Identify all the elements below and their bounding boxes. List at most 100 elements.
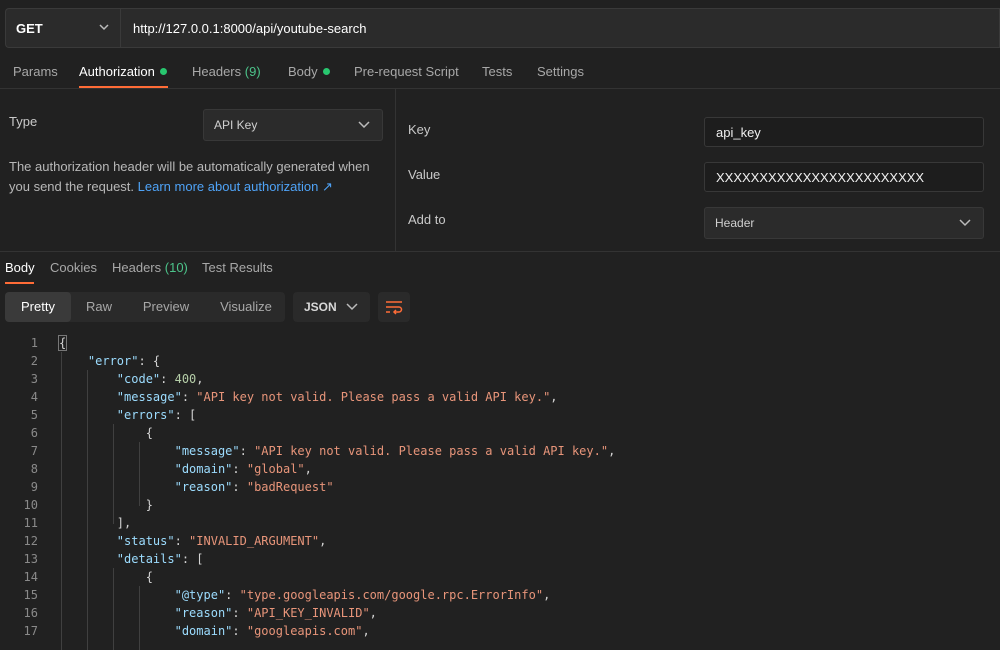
code-text: "error": { [59,352,160,370]
json-string: "type.googleapis.com/google.rpc.ErrorInf… [239,588,544,602]
learn-more-link[interactable]: Learn more about authorization ↗ [138,179,333,194]
tab-tests[interactable]: Tests [482,64,512,79]
tab-headers[interactable]: Headers (9) [192,64,261,79]
method-select[interactable]: GET [5,8,120,48]
code-text: "details": [ [59,550,204,568]
code-line: 8 "domain": "global", [0,460,1000,478]
json-key: "domain" [174,624,233,638]
code-line: 13 "details": [ [0,550,1000,568]
url-text: http://127.0.0.1:8000/api/youtube-search [133,20,367,36]
json-string: "API key not valid. Please pass a valid … [196,390,551,404]
code-text: "message": "API key not valid. Please pa… [59,442,616,460]
line-number: 2 [30,354,38,368]
view-raw-button[interactable]: Raw [75,292,123,322]
json-punctuation: , [369,606,377,620]
line-number: 5 [30,408,38,422]
json-punctuation [59,408,117,422]
json-punctuation [59,462,175,476]
add-to-select[interactable]: Header [704,207,984,239]
json-punctuation: { [57,335,68,351]
active-dot-icon [159,68,167,75]
code-line: 10 } [0,496,1000,514]
response-tab-test-results[interactable]: Test Results [202,260,273,275]
json-key: "message" [174,444,240,458]
auth-description: The authorization header will be automat… [9,157,389,197]
key-input[interactable]: api_key [704,117,984,147]
json-punctuation: : [160,372,175,386]
code-text: "reason": "badRequest" [59,478,334,496]
tab-authorization-label: Authorization [79,64,155,79]
json-number: 400 [174,372,197,386]
line-number: 16 [23,606,38,620]
url-input[interactable]: http://127.0.0.1:8000/api/youtube-search [120,8,1000,48]
json-punctuation: : [232,624,247,638]
active-dot-icon [322,68,330,75]
json-punctuation: { [59,426,153,440]
code-text: } [59,496,153,514]
wrap-lines-button[interactable] [378,292,410,322]
line-number: 6 [30,426,38,440]
json-string: "badRequest" [246,480,334,494]
json-punctuation: { [59,570,153,584]
json-key: "errors" [116,408,175,422]
tab-settings[interactable]: Settings [537,64,584,79]
line-number: 10 [23,498,38,512]
response-tab-body[interactable]: Body [5,260,35,275]
format-select[interactable]: JSON [293,292,370,322]
json-punctuation: : [232,480,247,494]
add-to-value: Header [715,216,755,230]
code-text: { [59,424,153,442]
response-tab-headers[interactable]: Headers (10) [112,260,188,275]
auth-type-select[interactable]: API Key [203,109,383,141]
json-punctuation [59,552,117,566]
json-punctuation: : [225,588,240,602]
line-number: 1 [30,336,38,350]
json-punctuation: , [550,390,558,404]
value-input[interactable]: XXXXXXXXXXXXXXXXXXXXXXXX [704,162,984,192]
code-text: "reason": "API_KEY_INVALID", [59,604,377,622]
tab-params[interactable]: Params [13,64,58,79]
code-text: "errors": [ [59,406,196,424]
json-punctuation: , [362,624,370,638]
value-value: XXXXXXXXXXXXXXXXXXXXXXXX [716,169,925,185]
tab-body-label: Body [288,64,318,79]
code-text: "domain": "global", [59,460,312,478]
format-value: JSON [304,300,337,314]
response-tab-cookies[interactable]: Cookies [50,260,97,275]
tab-prerequest-script[interactable]: Pre-request Script [354,64,459,79]
code-line: 14 { [0,568,1000,586]
chevron-down-icon [99,24,109,31]
tab-headers-count: (9) [244,64,261,79]
json-punctuation [59,534,117,548]
method-label: GET [16,20,43,36]
json-punctuation [59,354,88,368]
line-number: 14 [23,570,38,584]
code-text: "status": "INVALID_ARGUMENT", [59,532,327,550]
json-string: "API_KEY_INVALID" [246,606,370,620]
view-preview-button[interactable]: Preview [129,292,203,322]
code-line: 16 "reason": "API_KEY_INVALID", [0,604,1000,622]
line-number: 13 [23,552,38,566]
json-punctuation: : { [138,354,161,368]
line-number: 3 [30,372,38,386]
response-body-editor[interactable]: 1{2 "error": {3 "code": 400, 4 "message":… [0,334,1000,650]
view-visualize-button[interactable]: Visualize [209,292,283,322]
code-line: 9 "reason": "badRequest" [0,478,1000,496]
auth-type-value: API Key [214,118,258,132]
json-punctuation: , [543,588,551,602]
view-pretty-button[interactable]: Pretty [5,292,71,322]
json-key: "message" [116,390,182,404]
json-punctuation [59,480,175,494]
value-label: Value [408,167,441,182]
code-line: 2 "error": { [0,352,1000,370]
line-number: 12 [23,534,38,548]
key-label: Key [408,122,431,137]
tab-authorization[interactable]: Authorization [79,64,167,79]
json-string: "INVALID_ARGUMENT" [189,534,320,548]
line-number: 17 [23,624,38,638]
divider [0,251,1000,252]
tab-body[interactable]: Body [288,64,330,79]
chevron-down-icon [346,303,358,311]
line-number: 15 [23,588,38,602]
code-text: { [59,568,153,586]
